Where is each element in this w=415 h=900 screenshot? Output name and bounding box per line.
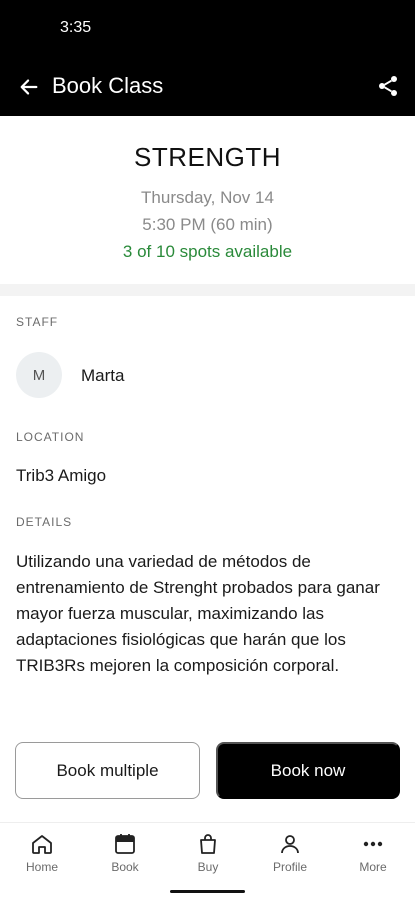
status-bar: 3:35 [0, 0, 415, 56]
class-date: Thursday, Nov 14 [141, 188, 274, 207]
person-icon [281, 835, 299, 854]
nav-item-more[interactable]: More [338, 831, 408, 881]
nav-item-buy[interactable]: Buy [173, 831, 243, 881]
nav-item-profile[interactable]: Profile [255, 831, 325, 881]
staff-section-label: STAFF [16, 315, 59, 329]
class-header: STRENGTH Thursday, Nov 14 5:30 PM (60 mi… [0, 116, 415, 284]
location-section-label: LOCATION [16, 430, 85, 444]
staff-name[interactable]: Marta [81, 366, 124, 386]
class-name: STRENGTH [134, 142, 281, 172]
bottom-nav: Home Book Buy Profile More [0, 822, 415, 900]
book-multiple-button[interactable]: Book multiple [15, 742, 200, 799]
calendar-icon [115, 834, 135, 854]
nav-label-buy: Buy [197, 860, 219, 874]
nav-label-book: Book [111, 860, 139, 874]
nav-label-profile: Profile [272, 860, 307, 874]
back-button[interactable] [14, 72, 44, 102]
home-icon [32, 835, 52, 854]
shopping-bag-icon [200, 834, 216, 854]
nav-item-book[interactable]: Book [90, 831, 160, 881]
section-divider [0, 284, 415, 296]
book-now-button[interactable]: Book now [216, 742, 400, 799]
class-time: 5:30 PM (60 min) [142, 215, 273, 234]
spots-available: 3 of 10 spots available [122, 242, 293, 261]
share-button[interactable] [373, 71, 403, 101]
app-bar: Book Class [0, 56, 415, 116]
location-name: Trib3 Amigo [16, 466, 107, 485]
arrow-left-icon [20, 79, 38, 95]
page-title: Book Class [52, 73, 164, 98]
class-description: Utilizando una variedad de métodos de en… [16, 552, 380, 675]
details-section-label: DETAILS [16, 515, 73, 529]
avatar[interactable]: M [16, 352, 62, 398]
status-time: 3:35 [60, 19, 92, 36]
nav-label-more: More [359, 860, 387, 874]
nav-item-home[interactable]: Home [7, 831, 77, 881]
more-dots-icon [363, 841, 383, 847]
nav-label-home: Home [25, 860, 58, 874]
home-indicator [170, 890, 245, 893]
share-icon [379, 76, 397, 96]
